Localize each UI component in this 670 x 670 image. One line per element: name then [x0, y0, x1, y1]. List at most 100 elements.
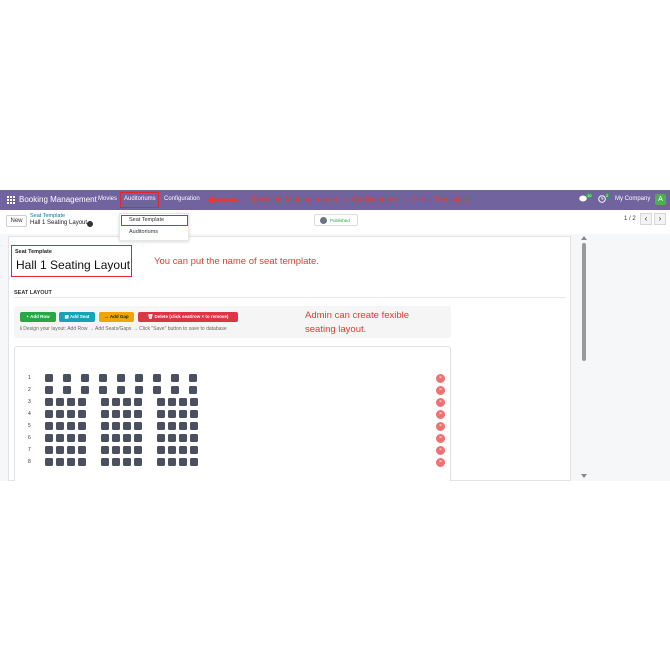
- remove-row-button-3[interactable]: ×: [436, 397, 445, 407]
- seat-r5-5[interactable]: [101, 422, 109, 430]
- seat-r7-9[interactable]: [157, 446, 165, 454]
- seat-r6-5[interactable]: [101, 434, 109, 442]
- seat-r6-11[interactable]: [179, 434, 187, 442]
- seat-r1-1[interactable]: [45, 374, 53, 382]
- seat-r6-12[interactable]: [190, 434, 198, 442]
- scroll-down-icon[interactable]: [581, 474, 587, 478]
- seat-r8-3[interactable]: [67, 458, 75, 466]
- user-avatar[interactable]: A: [655, 194, 666, 205]
- delete-button[interactable]: 🗑 Delete (click seat/row × to remove): [138, 312, 238, 322]
- apps-grid-icon[interactable]: [7, 196, 15, 204]
- seat-r2-7[interactable]: [153, 386, 161, 394]
- scroll-thumb[interactable]: [582, 243, 586, 361]
- seat-r4-4[interactable]: [78, 410, 86, 418]
- seat-r4-10[interactable]: [168, 410, 176, 418]
- remove-row-button-7[interactable]: ×: [436, 445, 445, 455]
- dropdown-item-auditoriums[interactable]: Auditoriums: [129, 229, 158, 235]
- seat-r8-11[interactable]: [179, 458, 187, 466]
- add-seat-button[interactable]: ▦ Add Seat: [59, 312, 95, 322]
- remove-row-button-1[interactable]: ×: [436, 373, 445, 383]
- seat-r8-12[interactable]: [190, 458, 198, 466]
- seat-r8-9[interactable]: [157, 458, 165, 466]
- seat-r1-8[interactable]: [171, 374, 179, 382]
- seat-r1-9[interactable]: [189, 374, 197, 382]
- seat-template-name-field[interactable]: Hall 1 Seating Layout: [16, 258, 130, 272]
- seat-r7-5[interactable]: [101, 446, 109, 454]
- seat-r5-3[interactable]: [67, 422, 75, 430]
- seat-r4-12[interactable]: [190, 410, 198, 418]
- seat-r7-1[interactable]: [45, 446, 53, 454]
- seat-r5-6[interactable]: [112, 422, 120, 430]
- seat-r5-4[interactable]: [78, 422, 86, 430]
- seat-r5-9[interactable]: [157, 422, 165, 430]
- seat-r6-1[interactable]: [45, 434, 53, 442]
- seat-r5-8[interactable]: [134, 422, 142, 430]
- seat-r5-12[interactable]: [190, 422, 198, 430]
- seat-r7-6[interactable]: [112, 446, 120, 454]
- pager-next-button[interactable]: ›: [654, 213, 666, 225]
- menu-movies[interactable]: Movies: [98, 196, 117, 202]
- seat-r4-1[interactable]: [45, 410, 53, 418]
- seat-r7-10[interactable]: [168, 446, 176, 454]
- menu-configuration[interactable]: Configuration: [164, 196, 200, 202]
- seat-r4-9[interactable]: [157, 410, 165, 418]
- seat-r7-8[interactable]: [134, 446, 142, 454]
- seat-r3-10[interactable]: [168, 398, 176, 406]
- seat-r2-4[interactable]: [99, 386, 107, 394]
- seat-r1-6[interactable]: [135, 374, 143, 382]
- seat-r6-8[interactable]: [134, 434, 142, 442]
- seat-r4-8[interactable]: [134, 410, 142, 418]
- remove-row-button-8[interactable]: ×: [436, 457, 445, 467]
- seat-r2-8[interactable]: [171, 386, 179, 394]
- seat-r5-1[interactable]: [45, 422, 53, 430]
- seat-r3-9[interactable]: [157, 398, 165, 406]
- app-brand[interactable]: Booking Management: [19, 195, 97, 204]
- seat-r2-5[interactable]: [117, 386, 125, 394]
- remove-row-button-6[interactable]: ×: [436, 433, 445, 443]
- seat-r2-1[interactable]: [45, 386, 53, 394]
- seat-r8-7[interactable]: [123, 458, 131, 466]
- seat-r4-7[interactable]: [123, 410, 131, 418]
- seat-r2-3[interactable]: [81, 386, 89, 394]
- remove-row-button-4[interactable]: ×: [436, 409, 445, 419]
- seat-r7-4[interactable]: [78, 446, 86, 454]
- seat-r2-9[interactable]: [189, 386, 197, 394]
- remove-row-button-2[interactable]: ×: [436, 385, 445, 395]
- pager-previous-button[interactable]: ‹: [640, 213, 652, 225]
- seat-r3-6[interactable]: [112, 398, 120, 406]
- seat-r3-5[interactable]: [101, 398, 109, 406]
- seat-r3-8[interactable]: [134, 398, 142, 406]
- seat-r7-3[interactable]: [67, 446, 75, 454]
- seat-r1-3[interactable]: [81, 374, 89, 382]
- seat-r8-2[interactable]: [56, 458, 64, 466]
- seat-r3-7[interactable]: [123, 398, 131, 406]
- seat-r4-5[interactable]: [101, 410, 109, 418]
- seat-r2-6[interactable]: [135, 386, 143, 394]
- seat-r7-7[interactable]: [123, 446, 131, 454]
- seat-r7-12[interactable]: [190, 446, 198, 454]
- seat-r8-1[interactable]: [45, 458, 53, 466]
- chat-icon[interactable]: 10: [579, 193, 593, 205]
- seat-r7-11[interactable]: [179, 446, 187, 454]
- add-gap-button[interactable]: ↔ Add Gap: [99, 312, 134, 322]
- company-switcher[interactable]: My Company: [615, 196, 650, 202]
- seat-r3-4[interactable]: [78, 398, 86, 406]
- seat-r6-9[interactable]: [157, 434, 165, 442]
- seat-r2-2[interactable]: [63, 386, 71, 394]
- vertical-scrollbar[interactable]: [579, 234, 590, 481]
- seat-r1-5[interactable]: [117, 374, 125, 382]
- gear-icon[interactable]: [87, 221, 93, 227]
- seat-r3-1[interactable]: [45, 398, 53, 406]
- new-button[interactable]: New: [6, 215, 27, 227]
- seat-r6-7[interactable]: [123, 434, 131, 442]
- seat-r3-11[interactable]: [179, 398, 187, 406]
- seat-r6-4[interactable]: [78, 434, 86, 442]
- seat-r8-4[interactable]: [78, 458, 86, 466]
- seat-r4-2[interactable]: [56, 410, 64, 418]
- seat-r6-10[interactable]: [168, 434, 176, 442]
- seat-r6-6[interactable]: [112, 434, 120, 442]
- seat-r7-2[interactable]: [56, 446, 64, 454]
- seat-r4-6[interactable]: [112, 410, 120, 418]
- seat-r5-7[interactable]: [123, 422, 131, 430]
- seat-r1-2[interactable]: [63, 374, 71, 382]
